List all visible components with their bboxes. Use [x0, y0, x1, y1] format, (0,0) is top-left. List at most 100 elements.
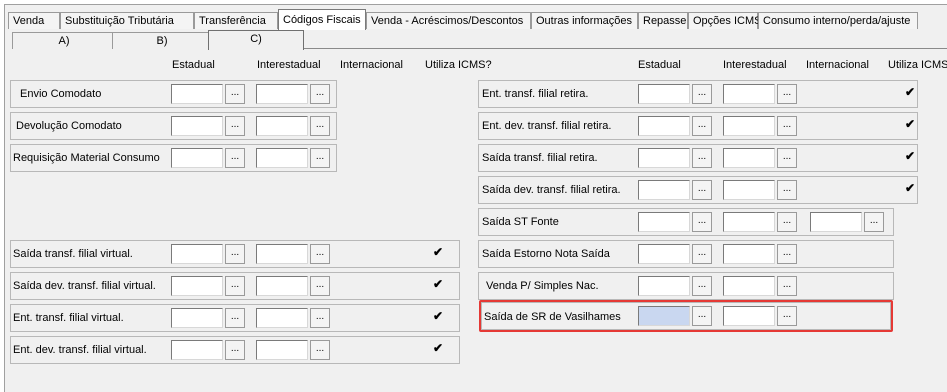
label-saida-transf-retira: Saída transf. filial retira.: [482, 152, 598, 164]
label-saida-st-fonte: Saída ST Fonte: [482, 216, 559, 228]
input-ent-transf-virtual-interestadual[interactable]: [256, 308, 308, 328]
utiliza-icms-checkbox[interactable]: ✔: [432, 342, 444, 355]
utiliza-icms-checkbox[interactable]: ✔: [432, 310, 444, 323]
label-ent-transf-virtual: Ent. transf. filial virtual.: [13, 312, 124, 324]
input-ent-dev-transf-retira-estadual[interactable]: [638, 116, 690, 136]
tab-venda-acrescimos-descontos[interactable]: Venda - Acréscimos/Descontos: [366, 12, 531, 29]
tab-consumo-interno[interactable]: Consumo interno/perda/ajuste: [758, 12, 918, 29]
lookup-button[interactable]: ...: [692, 148, 712, 168]
lookup-button[interactable]: ...: [225, 308, 245, 328]
input-ent-transf-virtual-estadual[interactable]: [171, 308, 223, 328]
input-saida-estorno-estadual[interactable]: [638, 244, 690, 264]
input-saida-dev-transf-virtual-estadual[interactable]: [171, 276, 223, 296]
top-tab-bar: Venda Substituição Tributária Transferên…: [8, 9, 947, 30]
input-ent-dev-transf-virtual-estadual[interactable]: [171, 340, 223, 360]
lookup-button[interactable]: ...: [777, 116, 797, 136]
header-internacional-left: Internacional: [340, 59, 403, 71]
input-saida-transf-virtual-estadual[interactable]: [171, 244, 223, 264]
subtab-b[interactable]: B): [112, 32, 212, 49]
lookup-button[interactable]: ...: [310, 308, 330, 328]
tab-transferencia[interactable]: Transferência: [194, 12, 278, 29]
lookup-button[interactable]: ...: [225, 340, 245, 360]
input-ent-transf-retira-interestadual[interactable]: [723, 84, 775, 104]
lookup-button[interactable]: ...: [310, 244, 330, 264]
tab-opcoes-icms[interactable]: Opções ICMS: [688, 12, 761, 29]
lookup-button[interactable]: ...: [864, 212, 884, 232]
lookup-button[interactable]: ...: [777, 148, 797, 168]
label-saida-estorno: Saída Estorno Nota Saída: [482, 248, 610, 260]
lookup-button[interactable]: ...: [225, 276, 245, 296]
header-estadual-left: Estadual: [172, 59, 215, 71]
lookup-button[interactable]: ...: [777, 212, 797, 232]
header-interestadual-right: Interestadual: [723, 59, 787, 71]
lookup-button[interactable]: ...: [310, 84, 330, 104]
utiliza-icms-checkbox[interactable]: ✔: [904, 118, 916, 131]
input-saida-dev-transf-retira-estadual[interactable]: [638, 180, 690, 200]
label-ent-dev-transf-virtual: Ent. dev. transf. filial virtual.: [13, 344, 147, 356]
lookup-button[interactable]: ...: [310, 276, 330, 296]
lookup-button[interactable]: ...: [310, 116, 330, 136]
header-interestadual-left: Interestadual: [257, 59, 321, 71]
header-utiliza-icms-left: Utiliza ICMS?: [425, 59, 492, 71]
input-saida-transf-retira-estadual[interactable]: [638, 148, 690, 168]
input-venda-simples-nac-estadual[interactable]: [638, 276, 690, 296]
lookup-button[interactable]: ...: [310, 340, 330, 360]
label-saida-transf-virtual: Saída transf. filial virtual.: [13, 248, 133, 260]
tab-venda[interactable]: Venda: [8, 12, 60, 29]
lookup-button[interactable]: ...: [692, 84, 712, 104]
label-devolucao-comodato: Devolução Comodato: [16, 120, 122, 132]
input-requisicao-material-interestadual[interactable]: [256, 148, 308, 168]
subtab-c[interactable]: C): [208, 30, 304, 50]
header-estadual-right: Estadual: [638, 59, 681, 71]
lookup-button[interactable]: ...: [225, 116, 245, 136]
input-saida-dev-transf-virtual-interestadual[interactable]: [256, 276, 308, 296]
input-envio-comodato-interestadual[interactable]: [256, 84, 308, 104]
utiliza-icms-checkbox[interactable]: ✔: [432, 246, 444, 259]
utiliza-icms-checkbox[interactable]: ✔: [904, 150, 916, 163]
label-ent-dev-transf-retira: Ent. dev. transf. filial retira.: [482, 120, 612, 132]
lookup-button[interactable]: ...: [225, 244, 245, 264]
input-ent-dev-transf-virtual-interestadual[interactable]: [256, 340, 308, 360]
input-saida-st-fonte-interestadual[interactable]: [723, 212, 775, 232]
sub-tab-bar: A) B) C): [12, 30, 947, 50]
label-saida-dev-transf-retira: Saída dev. transf. filial retira.: [482, 184, 621, 196]
lookup-button[interactable]: ...: [692, 244, 712, 264]
utiliza-icms-checkbox[interactable]: ✔: [904, 182, 916, 195]
header-utiliza-icms-right: Utiliza ICMS: [888, 59, 947, 71]
lookup-button[interactable]: ...: [225, 84, 245, 104]
lookup-button[interactable]: ...: [777, 244, 797, 264]
input-saida-estorno-interestadual[interactable]: [723, 244, 775, 264]
label-saida-dev-transf-virtual: Saída dev. transf. filial virtual.: [13, 280, 156, 292]
lookup-button[interactable]: ...: [692, 212, 712, 232]
input-ent-transf-retira-estadual[interactable]: [638, 84, 690, 104]
input-saida-st-fonte-estadual[interactable]: [638, 212, 690, 232]
input-saida-dev-transf-retira-interestadual[interactable]: [723, 180, 775, 200]
input-devolucao-comodato-interestadual[interactable]: [256, 116, 308, 136]
lookup-button[interactable]: ...: [310, 148, 330, 168]
input-saida-transf-retira-interestadual[interactable]: [723, 148, 775, 168]
lookup-button[interactable]: ...: [225, 148, 245, 168]
input-envio-comodato-estadual[interactable]: [171, 84, 223, 104]
input-requisicao-material-estadual[interactable]: [171, 148, 223, 168]
lookup-button[interactable]: ...: [777, 180, 797, 200]
utiliza-icms-checkbox[interactable]: ✔: [432, 278, 444, 291]
input-venda-simples-nac-interestadual[interactable]: [723, 276, 775, 296]
lookup-button[interactable]: ...: [692, 116, 712, 136]
utiliza-icms-checkbox[interactable]: ✔: [904, 86, 916, 99]
input-saida-transf-virtual-interestadual[interactable]: [256, 244, 308, 264]
input-devolucao-comodato-estadual[interactable]: [171, 116, 223, 136]
lookup-button[interactable]: ...: [777, 84, 797, 104]
tab-codigos-fiscais[interactable]: Códigos Fiscais: [278, 9, 366, 30]
input-ent-dev-transf-retira-interestadual[interactable]: [723, 116, 775, 136]
lookup-button[interactable]: ...: [692, 180, 712, 200]
lookup-button[interactable]: ...: [777, 276, 797, 296]
tab-outras-informacoes[interactable]: Outras informações: [531, 12, 638, 29]
label-ent-transf-retira: Ent. transf. filial retira.: [482, 88, 589, 100]
label-venda-simples-nac: Venda P/ Simples Nac.: [486, 280, 599, 292]
highlight-box: [479, 300, 893, 332]
subtab-a[interactable]: A): [12, 32, 116, 49]
tab-repasse[interactable]: Repasse: [638, 12, 688, 29]
tab-substituicao-tributaria[interactable]: Substituição Tributária: [60, 12, 194, 29]
lookup-button[interactable]: ...: [692, 276, 712, 296]
input-saida-st-fonte-internacional[interactable]: [810, 212, 862, 232]
